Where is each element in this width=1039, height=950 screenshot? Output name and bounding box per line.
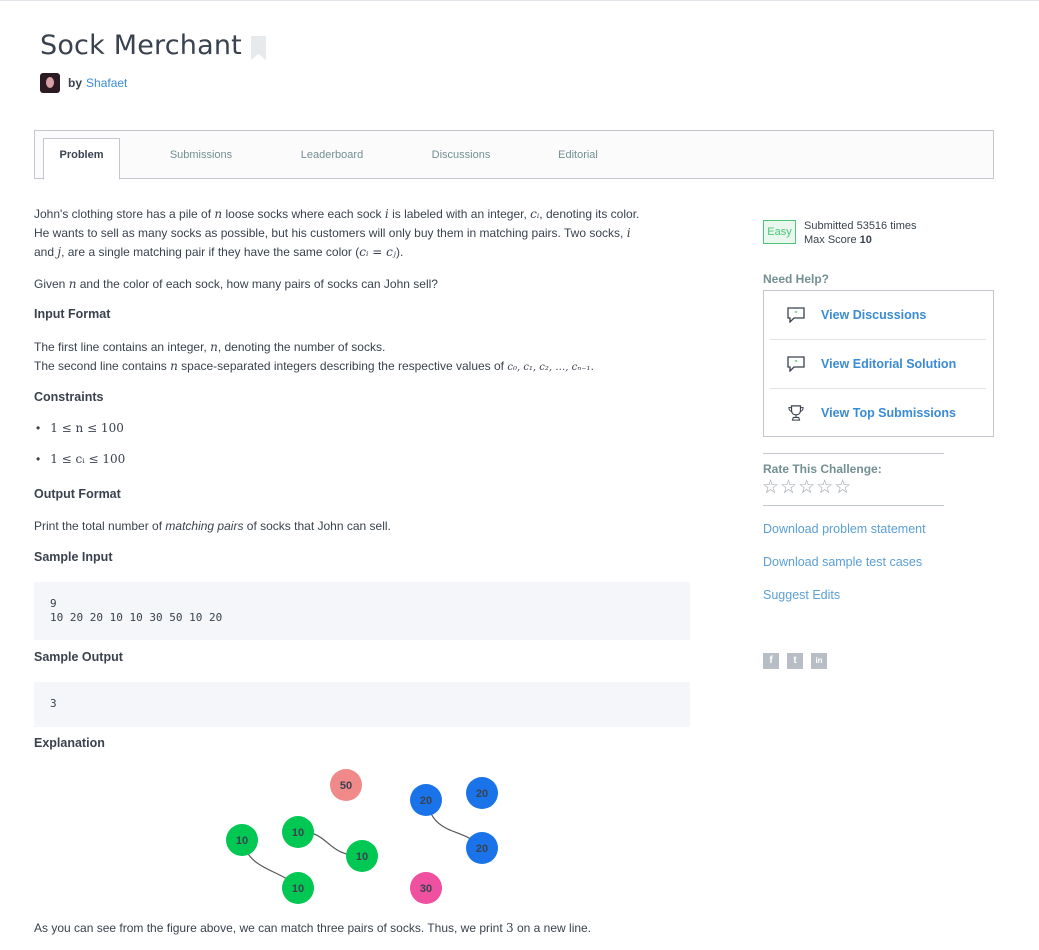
constraints-heading: Constraints <box>34 390 104 404</box>
output-format-heading: Output Format <box>34 487 121 501</box>
sock-node: 20 <box>466 777 498 809</box>
facebook-icon[interactable]: f <box>763 653 779 669</box>
input-format-heading: Input Format <box>34 307 111 321</box>
linkedin-icon[interactable]: in <box>811 653 827 669</box>
sock-pairing-figure: 50 20 20 10 10 10 20 10 30 <box>226 769 498 904</box>
divider <box>763 505 944 506</box>
output-format-paragraph: Print the total number of matching pairs… <box>34 519 391 533</box>
sample-output-code: 3 <box>34 682 690 727</box>
sock-node: 30 <box>410 872 442 904</box>
speech-bubble-icon: " <box>787 307 805 323</box>
svg-text:": " <box>794 359 798 367</box>
sock-node: 10 <box>226 824 258 856</box>
explanation-heading: Explanation <box>34 736 105 750</box>
sock-node: 10 <box>282 872 314 904</box>
need-help-heading: Need Help? <box>763 272 830 286</box>
divider <box>763 453 944 454</box>
sock-node: 20 <box>410 784 442 816</box>
sample-input-heading: Sample Input <box>34 550 113 564</box>
help-item-discussions[interactable]: " View Discussions <box>770 291 986 340</box>
sock-node: 10 <box>282 816 314 848</box>
input-format-paragraph: The first line contains an integer, n, d… <box>34 340 594 373</box>
svg-text:": " <box>794 310 798 318</box>
conclusion-paragraph: As you can see from the figure above, we… <box>34 921 592 935</box>
difficulty-badge: Easy <box>763 220 796 244</box>
twitter-icon[interactable]: t <box>787 653 803 669</box>
rate-label: Rate This Challenge: <box>763 462 882 476</box>
help-item-top-submissions[interactable]: View Top Submissions <box>770 389 986 438</box>
by-label: by <box>68 76 83 90</box>
sock-label: 10 <box>356 851 368 863</box>
tab-problem[interactable]: Problem <box>43 138 120 180</box>
byline: by Shafaet <box>40 73 127 93</box>
author-link[interactable]: Shafaet <box>86 76 127 90</box>
sock-label: 20 <box>420 795 432 807</box>
constraint-item: 1 ≤ cᵢ ≤ 100 <box>36 452 125 466</box>
top-border <box>0 0 1039 1</box>
sock-node: 10 <box>346 840 378 872</box>
rating-stars[interactable]: ☆☆☆☆☆ <box>762 476 852 499</box>
trophy-icon <box>788 405 804 421</box>
submission-stats: Submitted 53516 times Max Score 10 <box>804 220 917 246</box>
help-item-editorial[interactable]: " View Editorial Solution <box>770 340 986 389</box>
sock-label: 30 <box>420 883 432 895</box>
sock-label: 50 <box>340 780 352 792</box>
sock-label: 10 <box>236 835 248 847</box>
download-statement-link[interactable]: Download problem statement <box>763 522 926 536</box>
speech-bubble-icon: " <box>787 356 805 372</box>
tab-leaderboard[interactable]: Leaderboard <box>285 131 379 179</box>
constraint-item: 1 ≤ n ≤ 100 <box>36 421 124 435</box>
tab-discussions[interactable]: Discussions <box>415 131 507 179</box>
help-box: " View Discussions " View Editorial Solu… <box>763 290 994 437</box>
sample-input-code: 9 10 20 20 10 10 30 50 10 20 <box>34 582 690 640</box>
intro-paragraph: John's clothing store has a pile of n lo… <box>34 207 640 259</box>
sock-label: 20 <box>476 788 488 800</box>
tab-editorial[interactable]: Editorial <box>543 131 613 179</box>
question-paragraph: Given n and the color of each sock, how … <box>34 277 438 291</box>
sample-output-heading: Sample Output <box>34 650 123 664</box>
page-title: Sock Merchant <box>40 30 242 61</box>
sock-label: 20 <box>476 843 488 855</box>
download-tests-link[interactable]: Download sample test cases <box>763 555 922 569</box>
tab-bar: Problem Submissions Leaderboard Discussi… <box>34 130 994 180</box>
sock-label: 10 <box>292 827 304 839</box>
sock-node: 50 <box>330 769 362 801</box>
avatar[interactable] <box>40 73 60 93</box>
sock-label: 10 <box>292 883 304 895</box>
sock-node: 20 <box>466 832 498 864</box>
bookmark-icon[interactable] <box>251 36 266 60</box>
tab-submissions[interactable]: Submissions <box>155 131 247 179</box>
suggest-edits-link[interactable]: Suggest Edits <box>763 588 840 602</box>
